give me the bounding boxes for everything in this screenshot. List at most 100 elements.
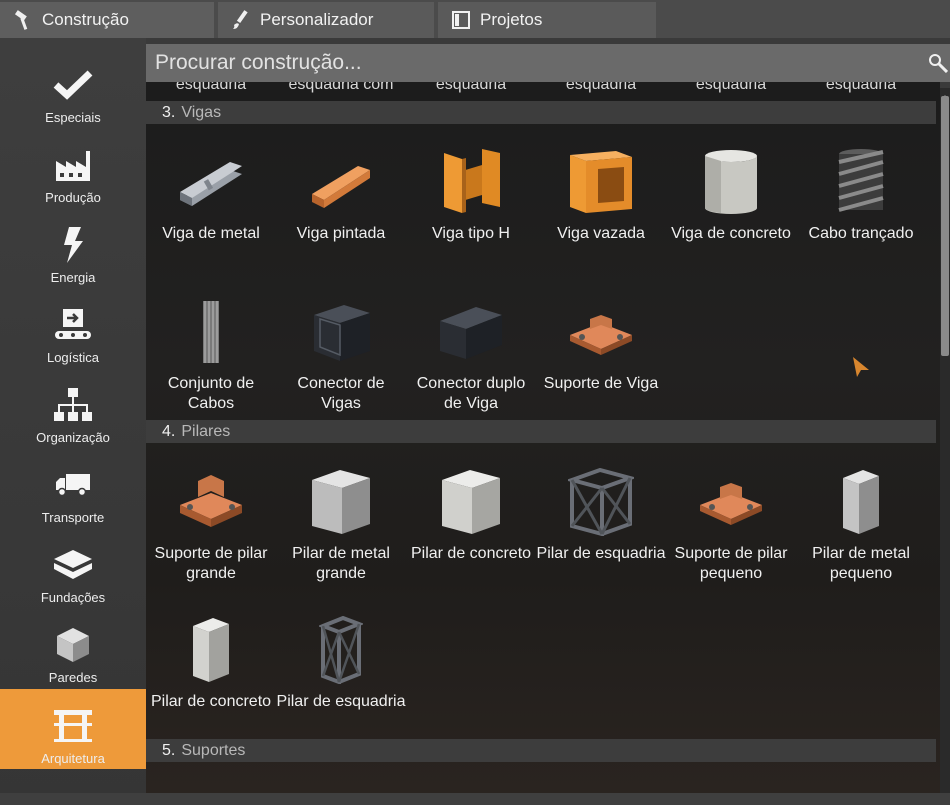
braided-cable-icon [796, 142, 926, 222]
build-item-label: Viga tipo H [432, 225, 510, 242]
search-bar [146, 44, 950, 82]
build-item-label: Pilar de concreto [150, 693, 272, 710]
hierarchy-icon [52, 386, 94, 424]
build-item[interactable]: Pilar de metal pequeno [796, 462, 926, 584]
build-item-label: Conector duplo de Viga [416, 375, 526, 412]
sidebar-item-energia[interactable]: Energia [0, 208, 146, 288]
blueprint-icon [450, 9, 472, 31]
sidebar-item-transporte[interactable]: Transporte [0, 448, 146, 528]
beam-support-icon [536, 292, 666, 372]
bottom-bar [0, 793, 950, 805]
concrete-pillar-icon [406, 462, 536, 542]
beam-connector-icon [276, 292, 406, 372]
build-item[interactable]: Suporte de Viga [536, 292, 666, 394]
build-item-label: Viga vazada [557, 225, 645, 242]
sidebar-item-fundacoes[interactable]: Fundações [0, 528, 146, 608]
tab-projetos[interactable]: Projetos [438, 2, 656, 38]
tab-label: Projetos [480, 10, 543, 29]
sidebar-item-label: Organização [36, 430, 110, 445]
cut-off-item-label[interactable]: esquadria [666, 82, 796, 94]
build-item[interactable]: Suporte de pilar grande [146, 462, 276, 584]
checkmark-icon [52, 66, 94, 104]
build-item[interactable]: Cabo trançado [796, 142, 926, 244]
build-item-label: Suporte de pilar grande [154, 545, 268, 582]
build-item[interactable]: Pilar de concreto [406, 462, 536, 564]
double-beam-connector-icon [406, 292, 536, 372]
lightning-icon [52, 226, 94, 264]
small-pillar-support-icon [666, 462, 796, 542]
top-tab-bar: Construção Personalizador Projetos [0, 0, 950, 38]
cut-off-item-label[interactable]: esquadria [796, 82, 926, 94]
foundation-icon [52, 546, 94, 584]
build-item[interactable]: Suporte de pilar pequeno [666, 462, 796, 584]
build-item[interactable]: Pilar de concreto [146, 610, 276, 712]
sidebar-item-label: Produção [45, 190, 101, 205]
hammer-icon [12, 9, 34, 31]
section-header-suportes: 5. Suportes [146, 739, 936, 762]
build-item[interactable]: Viga vazada [536, 142, 666, 244]
wall-icon [52, 626, 94, 664]
build-item-label: Pilar de esquadria [536, 545, 666, 562]
cut-off-item-label[interactable]: esquadria [406, 82, 536, 94]
build-item[interactable]: Pilar de metal grande [276, 462, 406, 584]
build-item[interactable]: Pilar de esquadria [536, 462, 666, 564]
build-item-label: Pilar de concreto [410, 545, 532, 562]
build-item-label: Conector de Vigas [297, 375, 385, 412]
cable-bundle-icon [146, 292, 276, 372]
build-item[interactable]: Viga pintada [276, 142, 406, 244]
sidebar-item-label: Energia [50, 270, 96, 285]
category-sidebar: Especiais Produção Energia Logística Org… [0, 38, 146, 805]
sidebar-item-producao[interactable]: Produção [0, 128, 146, 208]
mouse-cursor-icon [852, 356, 870, 383]
build-item[interactable]: Pilar de esquadria [276, 610, 406, 712]
section-title: Pilares [181, 422, 231, 440]
tab-personalizador[interactable]: Personalizador [218, 2, 434, 38]
cut-off-item-label[interactable]: esquadria [146, 82, 276, 94]
build-item[interactable]: Conector de Vigas [276, 292, 406, 414]
search-input[interactable] [155, 51, 915, 75]
frame-pillar-icon [276, 610, 406, 690]
section-header-pilares: 4. Pilares [146, 420, 936, 443]
hollow-beam-icon [536, 142, 666, 222]
sidebar-item-logistica[interactable]: Logística [0, 288, 146, 368]
sidebar-item-label: Arquitetura [41, 751, 105, 766]
frame-pillar-icon [536, 462, 666, 542]
large-pillar-support-icon [146, 462, 276, 542]
cut-off-item-label[interactable]: esquadria [536, 82, 666, 94]
architecture-icon [52, 707, 94, 745]
build-item[interactable]: Viga tipo H [406, 142, 536, 244]
section-number: 4. [162, 422, 176, 440]
build-item[interactable]: Conjunto de Cabos [146, 292, 276, 414]
scrollbar-thumb[interactable] [941, 96, 949, 356]
sidebar-item-organizacao[interactable]: Organização [0, 368, 146, 448]
cut-off-item-label[interactable]: esquadria com [276, 82, 406, 94]
sidebar-item-label: Fundações [40, 590, 106, 605]
scroll-up-arrow-icon[interactable] [941, 88, 949, 101]
build-item[interactable]: Viga de metal [146, 142, 276, 244]
sidebar-item-label: Paredes [48, 670, 98, 685]
tab-construcao[interactable]: Construção [0, 2, 214, 38]
small-metal-pillar-icon [796, 462, 926, 542]
build-item[interactable]: Viga de concreto [666, 142, 796, 244]
build-item[interactable]: Conector duplo de Viga [406, 292, 536, 414]
sidebar-item-arquitetura[interactable]: Arquitetura [0, 689, 146, 769]
sidebar-item-label: Transporte [41, 510, 105, 525]
content-scrollbar[interactable] [940, 88, 950, 793]
sidebar-item-label: Logística [46, 350, 100, 365]
sidebar-item-especiais[interactable]: Especiais [0, 48, 146, 128]
sidebar-item-paredes[interactable]: Paredes [0, 608, 146, 688]
build-item-label: Viga de concreto [671, 225, 791, 242]
build-item-label: Suporte de Viga [543, 375, 659, 392]
build-item-label: Suporte de pilar pequeno [674, 545, 788, 582]
section-title: Suportes [181, 741, 246, 759]
section-title: Vigas [181, 103, 222, 121]
build-item-label: Viga de metal [162, 225, 260, 242]
section-number: 5. [162, 741, 176, 759]
sidebar-item-label: Especiais [45, 110, 101, 125]
tab-label: Personalizador [260, 10, 374, 29]
search-icon[interactable] [928, 53, 949, 74]
metal-beam-icon [146, 142, 276, 222]
build-item-label: Cabo trançado [808, 225, 914, 242]
build-item-label: Conjunto de Cabos [167, 375, 255, 412]
build-item-label: Pilar de metal grande [292, 545, 390, 582]
